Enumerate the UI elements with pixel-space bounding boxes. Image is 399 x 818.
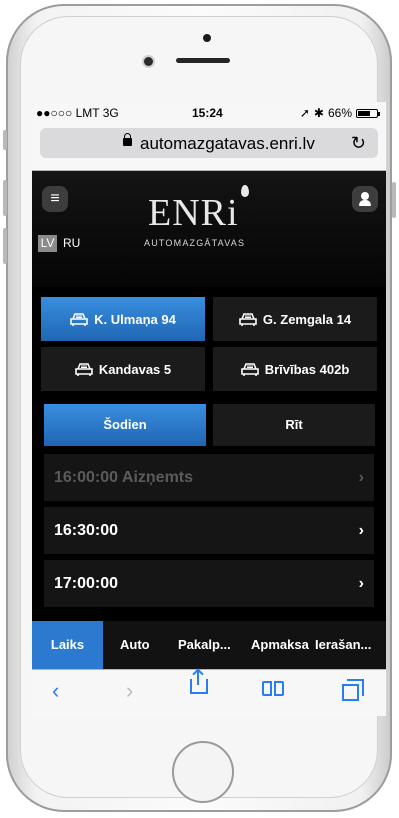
battery-icon bbox=[356, 108, 380, 118]
tabs-icon[interactable] bbox=[342, 679, 364, 701]
screen: ●●○○○ LMT 3G 15:24 ➚ ✱ 66% automazgatava… bbox=[32, 102, 386, 716]
front-camera bbox=[203, 34, 211, 42]
chevron-right-icon: › bbox=[358, 468, 364, 486]
user-button[interactable] bbox=[352, 186, 378, 212]
tab-tomorrow[interactable]: Rīt bbox=[213, 404, 375, 446]
chevron-right-icon: › bbox=[358, 574, 364, 592]
time-slot[interactable]: 17:00:00 › bbox=[44, 560, 374, 607]
lock-icon bbox=[123, 133, 132, 146]
location-label: G. Zemgala 14 bbox=[262, 311, 352, 327]
mute-switch bbox=[3, 130, 7, 150]
location-k-ulmana[interactable]: K. Ulmaņa 94 bbox=[41, 297, 205, 341]
home-button[interactable] bbox=[172, 741, 234, 803]
tab-ierasanas[interactable]: Ierašan... bbox=[315, 621, 386, 669]
step-tabs: Laiks Auto Pakalp... Apmaksa Ierašan... bbox=[32, 621, 386, 669]
location-label: K. Ulmaņa 94 bbox=[94, 311, 176, 327]
tab-auto[interactable]: Auto bbox=[120, 621, 150, 669]
status-right: ➚ ✱ 66% bbox=[299, 106, 380, 120]
location-kandavas[interactable]: Kandavas 5 bbox=[41, 347, 205, 391]
tab-laiks[interactable]: Laiks bbox=[32, 621, 103, 669]
status-time: 15:24 bbox=[192, 106, 223, 120]
car-wash-icon bbox=[240, 362, 259, 377]
bookmarks-icon[interactable] bbox=[262, 681, 284, 697]
tab-apmaksa[interactable]: Apmaksa bbox=[251, 621, 309, 669]
battery-percent: 66% bbox=[327, 106, 352, 120]
location-label: Brīvības 402b bbox=[264, 361, 350, 377]
status-bar: ●●○○○ LMT 3G 15:24 ➚ ✱ 66% bbox=[32, 102, 386, 123]
url-text: automazgatavas.enri.lv bbox=[140, 134, 315, 153]
app-header: ≡ LV RU ENRi AUTOMAZGĀTAVAS bbox=[32, 171, 386, 287]
share-icon[interactable] bbox=[190, 670, 208, 694]
location-label: Kandavas 5 bbox=[98, 361, 172, 377]
reload-icon[interactable]: ↻ bbox=[351, 133, 366, 154]
slot-label: 16:00:00 Aizņemts bbox=[54, 468, 194, 486]
tab-pakalpojumi[interactable]: Pakalp... bbox=[178, 621, 231, 669]
bluetooth-icon: ✱ bbox=[313, 106, 324, 120]
address-bar[interactable]: automazgatavas.enri.lv ↻ bbox=[40, 128, 378, 158]
chevron-right-icon: › bbox=[358, 521, 364, 539]
location-g-zemgala[interactable]: G. Zemgala 14 bbox=[213, 297, 377, 341]
slot-label: 17:00:00 bbox=[54, 574, 119, 592]
menu-button[interactable]: ≡ bbox=[42, 186, 68, 212]
forward-icon[interactable]: › bbox=[126, 678, 133, 704]
menu-icon: ≡ bbox=[50, 190, 60, 207]
time-slot-busy: 16:00:00 Aizņemts › bbox=[44, 454, 374, 501]
tab-today[interactable]: Šodien bbox=[44, 404, 206, 446]
carrier-signal: ●●○○○ LMT 3G bbox=[36, 106, 119, 120]
logo-drop-icon bbox=[241, 185, 249, 197]
car-wash-icon bbox=[239, 312, 257, 327]
earpiece-speaker bbox=[176, 58, 230, 63]
slot-label: 16:30:00 bbox=[54, 521, 119, 539]
location-arrow-icon: ➚ bbox=[299, 106, 310, 120]
back-icon[interactable]: ‹ bbox=[52, 678, 59, 704]
time-slot[interactable]: 16:30:00 › bbox=[44, 507, 374, 554]
browser-toolbar: ‹ › bbox=[32, 669, 386, 716]
volume-up-button bbox=[3, 180, 7, 216]
volume-down-button bbox=[3, 228, 7, 264]
logo-subtitle: AUTOMAZGĀTAVAS bbox=[144, 238, 246, 248]
lang-lv-button[interactable]: LV bbox=[38, 235, 57, 252]
car-wash-icon bbox=[70, 312, 88, 327]
power-button bbox=[392, 182, 396, 218]
logo: ENRi bbox=[148, 192, 239, 234]
lang-ru-button[interactable]: RU bbox=[63, 235, 80, 252]
location-brivibas[interactable]: Brīvības 402b bbox=[213, 347, 377, 391]
car-wash-icon bbox=[75, 362, 93, 377]
browser-address-area: automazgatavas.enri.lv ↻ bbox=[32, 123, 386, 171]
proximity-sensor bbox=[144, 57, 153, 66]
